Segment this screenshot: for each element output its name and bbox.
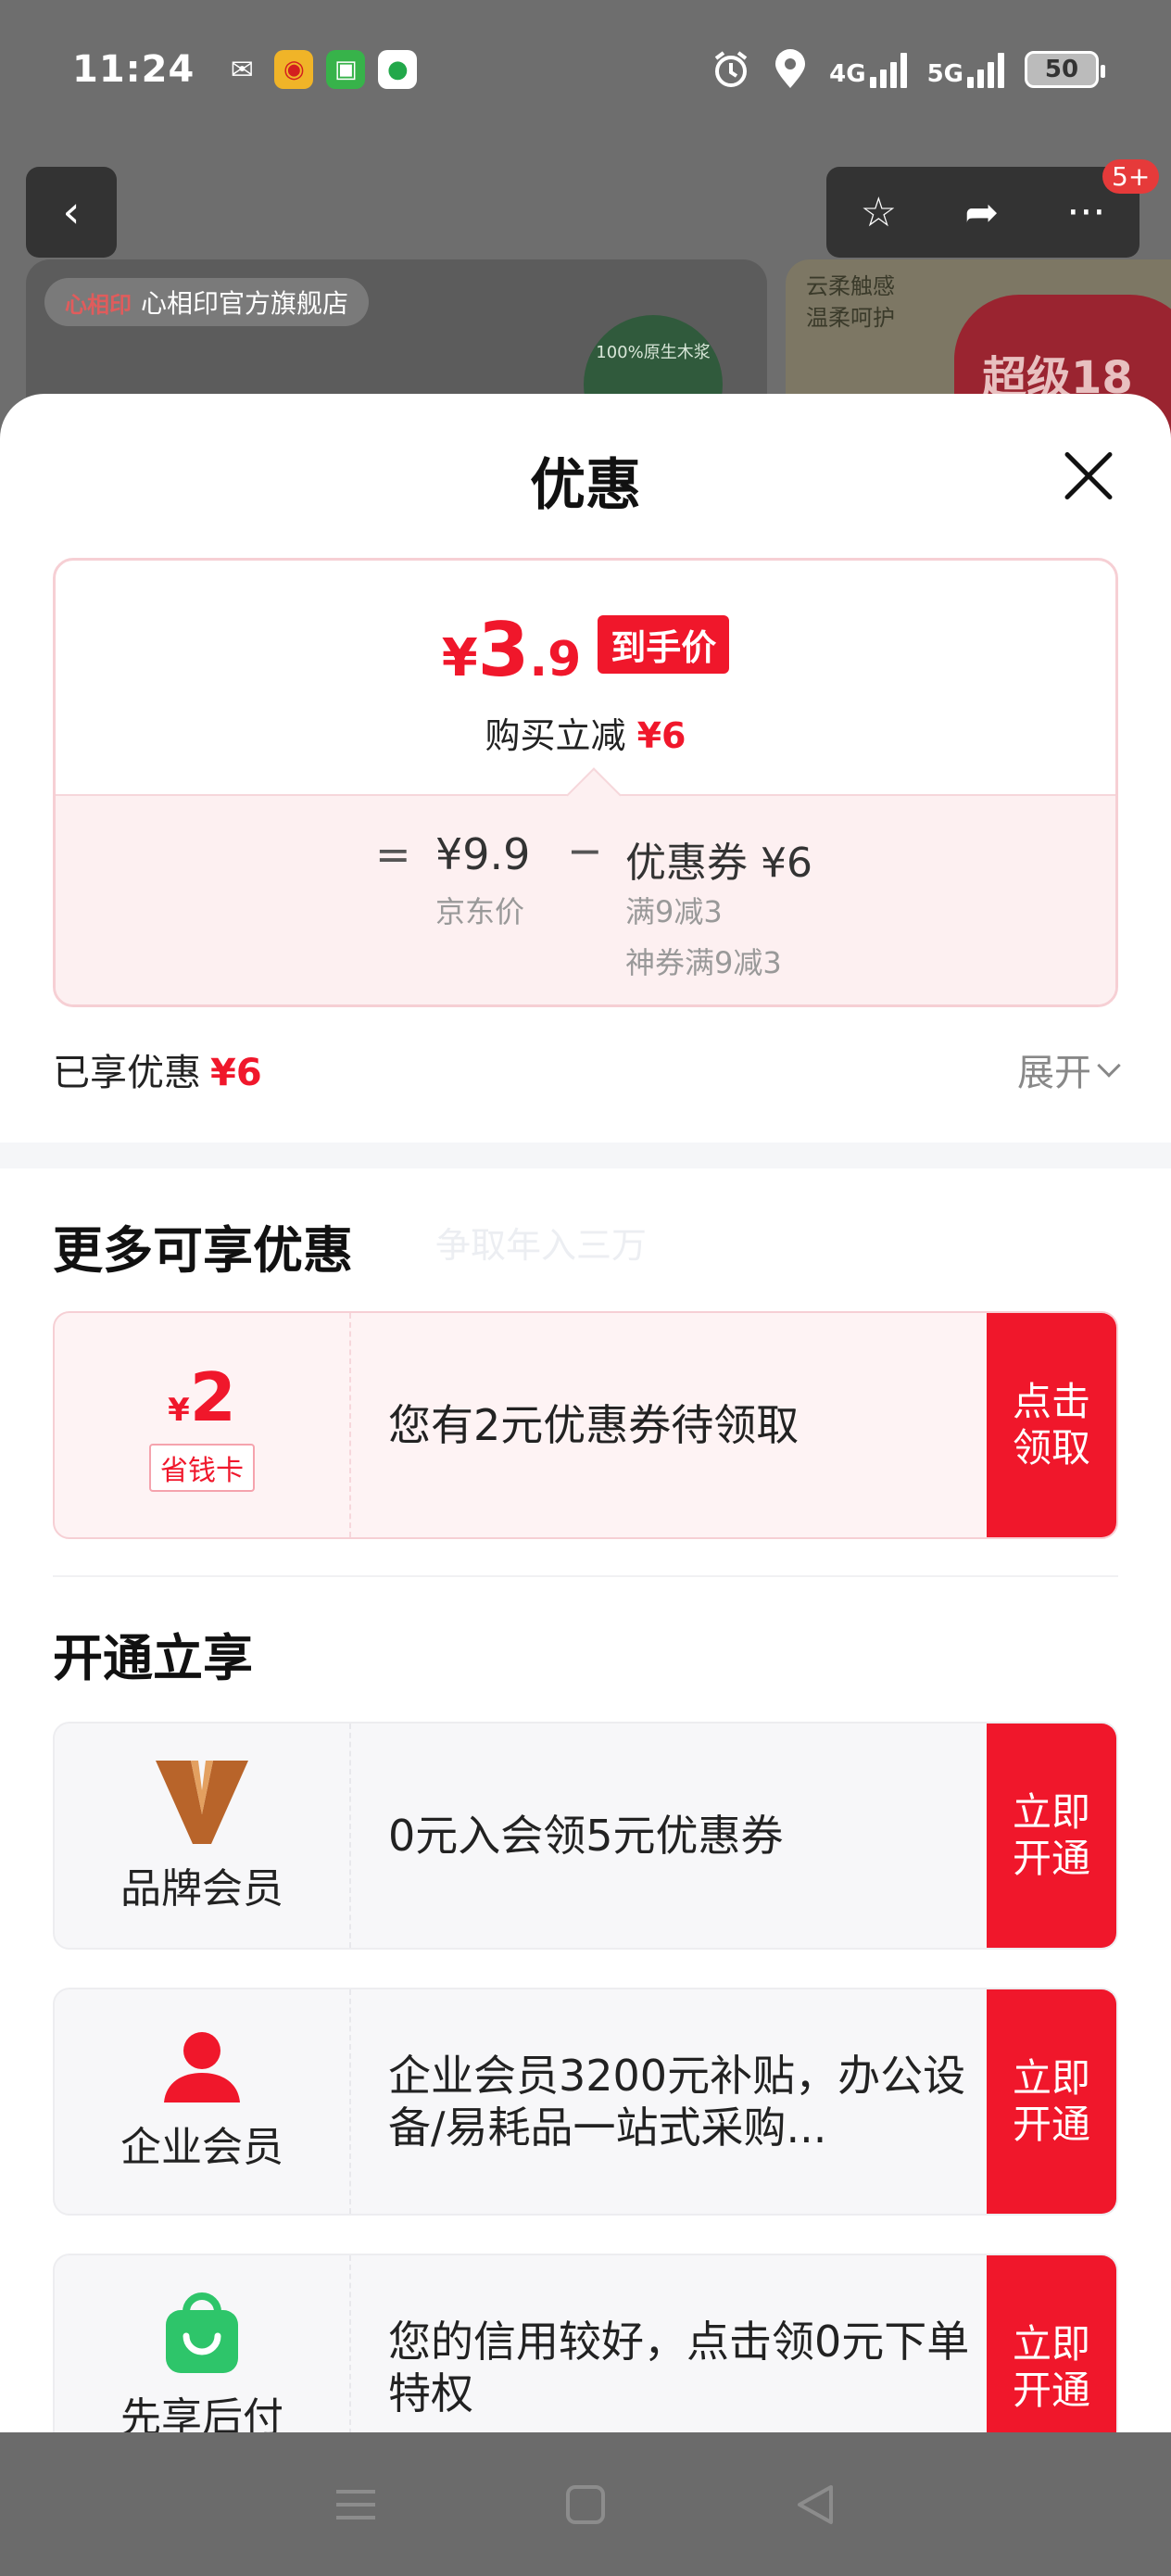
offer-text: 您的信用较好，点击领0元下单特权 (388, 2317, 970, 2418)
faint-overlay-text: 争取年入三万 (435, 1225, 648, 1266)
more-icon[interactable]: ··· (1066, 189, 1105, 236)
status-right: 4G 5G 50 (711, 49, 1105, 90)
status-app-icons: ✉ ◉ ▣ ● (222, 50, 418, 89)
savings-card-badge: ¥ 2 省钱卡 (55, 1313, 351, 1537)
alarm-icon (714, 51, 748, 87)
enjoyed-discount: 已享优惠 ¥6 (53, 1052, 262, 1094)
pay-later-offer: 先享后付 您的信用较好，点击领0元下单特权 立即开通 (53, 2254, 1118, 2432)
menu-icon[interactable] (328, 2477, 384, 2532)
home-icon[interactable] (558, 2477, 613, 2532)
expand-button[interactable]: 展开 (1017, 1042, 1121, 1096)
member-label: 品牌会员 (120, 1865, 283, 1913)
equals-sign: = (375, 829, 411, 879)
back-nav-icon[interactable] (787, 2477, 843, 2532)
message-app-icon: ● (378, 50, 418, 89)
shopping-bag-icon (166, 2292, 238, 2373)
chevron-left-icon: ‹ (62, 186, 81, 238)
system-nav-bar (0, 2432, 1171, 2576)
price-summary-card: ¥ 3 .9 到手价 购买立减 ¥6 = ¥9.9 京东价 − 优惠券 ¥6 满… (53, 558, 1118, 1007)
offer-text: 您有2元优惠券待领取 (388, 1400, 800, 1450)
promo-text: 云柔触感 温柔呵护 (806, 273, 895, 331)
star-icon[interactable]: ☆ (861, 189, 897, 236)
signal-5g: 5G (927, 51, 1004, 88)
activate-button[interactable]: 立即开通 (987, 2255, 1116, 2432)
instant-discount: 购买立减 ¥6 (485, 715, 686, 756)
savings-card-offer: ¥ 2 省钱卡 您有2元优惠券待领取 点击领取 (53, 1311, 1118, 1539)
store-name: 心相印官方旗舰店 (141, 288, 349, 319)
coupon-rule-2: 神券满9减3 (625, 945, 782, 980)
enterprise-member-offer: 企业会员 企业会员3200元补贴，办公设备/易耗品一站式采购... 立即开通 (53, 1988, 1118, 2216)
member-label: 企业会员 (120, 2124, 283, 2171)
wechat-icon: ✉ (230, 53, 254, 86)
status-time: 11:24 (72, 48, 195, 91)
price-breakdown: = ¥9.9 京东价 − 优惠券 ¥6 满9减3 神券满9减3 (56, 794, 1115, 1004)
final-price: ¥ 3 .9 到手价 (56, 607, 1115, 693)
jd-price: ¥9.9 (435, 829, 531, 879)
signal-4g: 4G (829, 51, 907, 88)
activate-button[interactable]: 立即开通 (987, 1989, 1116, 2214)
member-label: 先享后付 (120, 2394, 283, 2432)
coupon-rule-1: 满9减3 (625, 894, 723, 929)
notification-badge: 5+ (1102, 159, 1160, 194)
brand-member-icon (156, 1761, 248, 1844)
sheet-title: 优惠 (530, 453, 641, 518)
person-icon (164, 2032, 240, 2102)
final-price-badge: 到手价 (598, 615, 730, 674)
product-page-background: ‹ ☆ ➦ ··· 5+ 心相印 心相印官方旗舰店 100%原生木浆 云柔触感 … (0, 139, 1171, 480)
coupon-amount: 优惠券 ¥6 (625, 840, 812, 887)
offer-text: 企业会员3200元补贴，办公设备/易耗品一站式采购... (388, 2051, 966, 2153)
open-to-enjoy-title: 开通立享 (53, 1629, 253, 1687)
offer-text: 0元入会领5元优惠券 (388, 1811, 784, 1861)
back-button[interactable]: ‹ (26, 167, 117, 258)
savings-card-tag: 省钱卡 (149, 1444, 255, 1492)
store-logo: 心相印 (65, 291, 132, 318)
location-icon (775, 49, 806, 88)
brand-member-offer: 品牌会员 0元入会领5元优惠券 立即开通 (53, 1722, 1118, 1950)
jd-price-label: 京东价 (435, 894, 525, 929)
more-offers-title: 更多可享优惠 (53, 1221, 353, 1280)
store-tag[interactable]: 心相印 心相印官方旗舰店 (44, 278, 370, 326)
share-icon[interactable]: ➦ (964, 189, 999, 236)
weibo-icon: ◉ (274, 50, 314, 89)
green-app-icon: ▣ (326, 50, 366, 89)
divider (53, 1575, 1118, 1577)
discount-sheet: 优惠 ¥ 3 .9 到手价 购买立减 ¥6 = ¥9.9 京东价 − 优惠券 ¥… (0, 394, 1171, 2432)
activate-button[interactable]: 立即开通 (987, 1724, 1116, 1948)
close-icon[interactable] (1062, 449, 1114, 501)
status-bar: 11:24 ✉ ◉ ▣ ● 4G 5G 50 (0, 0, 1171, 139)
chevron-down-icon (1097, 1054, 1121, 1078)
minus-sign: − (567, 826, 603, 876)
top-action-bar: ☆ ➦ ··· (826, 167, 1140, 258)
battery-indicator: 50 (1025, 51, 1105, 88)
section-separator (0, 1143, 1171, 1168)
claim-button[interactable]: 点击领取 (987, 1313, 1116, 1537)
